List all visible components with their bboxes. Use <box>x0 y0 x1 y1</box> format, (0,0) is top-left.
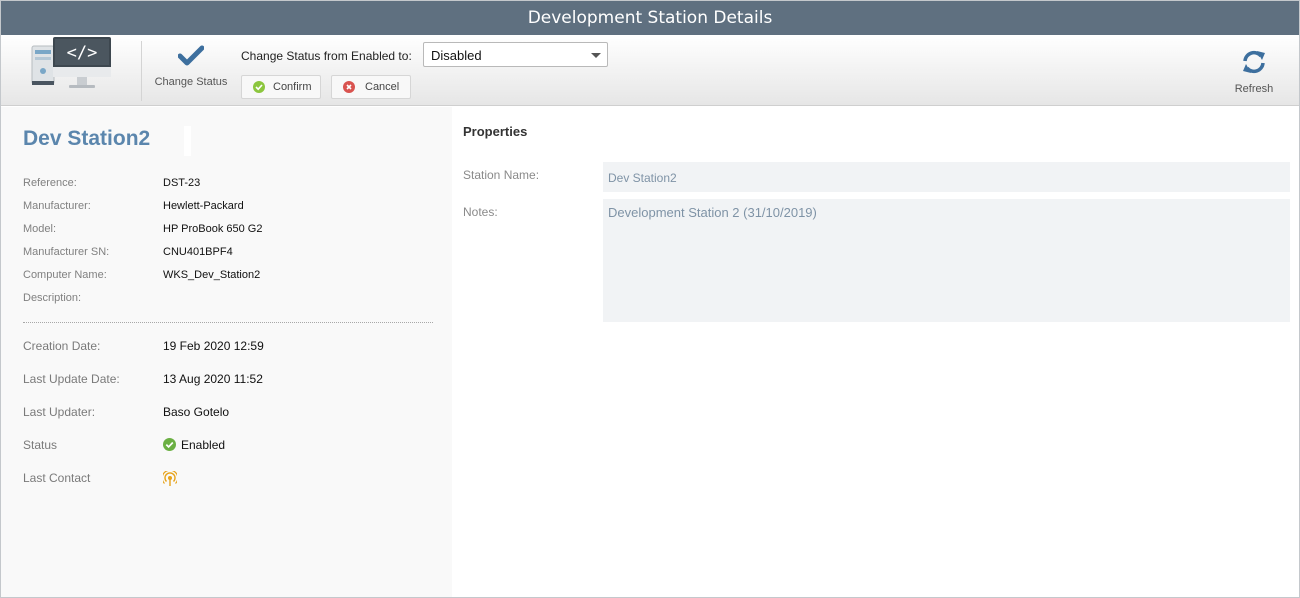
detail-row-manufacturer: Manufacturer: Hewlett-Packard <box>1 200 452 220</box>
svg-text:</>: </> <box>67 43 98 63</box>
meta-value: Baso Gotelo <box>163 405 230 419</box>
properties-panel: Properties Station Name: Dev Station2 No… <box>453 107 1299 597</box>
detail-row-computer-name: Computer Name: WKS_Dev_Station2 <box>1 269 452 289</box>
meta-value: 19 Feb 2020 12:59 <box>163 339 264 353</box>
properties-title: Properties <box>463 124 528 139</box>
detail-label: Manufacturer: <box>23 200 91 212</box>
toolbar-separator <box>141 41 142 101</box>
toolbar: </> Change Status Change Status from Ena… <box>1 35 1299 106</box>
station-summary-panel: Dev Station2 Reference: DST-23 Manufactu… <box>1 107 452 597</box>
cancel-label: Cancel <box>365 81 400 93</box>
refresh-button[interactable]: Refresh <box>1227 49 1281 99</box>
status-value: Enabled <box>163 438 225 452</box>
detail-row-reference: Reference: DST-23 <box>1 177 452 197</box>
detail-value: Hewlett-Packard <box>163 200 244 212</box>
detail-value: HP ProBook 650 G2 <box>163 223 263 235</box>
detail-label: Description: <box>23 292 82 304</box>
checkmark-icon <box>177 45 205 66</box>
meta-row-status: Status Enabled <box>1 438 452 458</box>
detail-label: Manufacturer SN: <box>23 246 110 258</box>
detail-label: Model: <box>23 223 57 235</box>
confirm-button[interactable]: Confirm <box>241 75 321 99</box>
meta-label: Status <box>23 438 58 452</box>
cancel-button[interactable]: Cancel <box>331 75 411 99</box>
station-name-heading: Dev Station2 <box>23 127 151 150</box>
detail-row-description: Description: <box>1 292 452 312</box>
meta-value: 13 Aug 2020 11:52 <box>163 372 263 386</box>
meta-label: Creation Date: <box>23 339 101 353</box>
detail-label: Reference: <box>23 177 77 189</box>
refresh-label: Refresh <box>1234 83 1274 95</box>
status-prompt: Change Status from Enabled to: <box>241 49 412 63</box>
detail-value: CNU401BPF4 <box>163 246 233 258</box>
status-select[interactable]: Disabled <box>423 42 608 67</box>
window-title: Development Station Details <box>1 1 1299 35</box>
signal-icon <box>161 469 179 486</box>
confirm-label: Confirm <box>273 81 312 93</box>
development-station-icon: </> <box>31 37 111 88</box>
station-details-window: Development Station Details </> Change S… <box>0 0 1300 598</box>
status-text: Enabled <box>181 438 226 452</box>
change-status-button[interactable]: Change Status <box>149 45 233 101</box>
meta-row-last-contact: Last Contact <box>1 469 452 491</box>
detail-value: WKS_Dev_Station2 <box>163 269 261 281</box>
change-status-label: Change Status <box>154 76 228 88</box>
meta-row-creation-date: Creation Date: 19 Feb 2020 12:59 <box>1 339 452 359</box>
station-name-field[interactable]: Dev Station2 <box>603 162 1290 192</box>
confirm-check-icon <box>253 81 265 93</box>
meta-label: Last Updater: <box>23 405 96 419</box>
heading-marker <box>184 126 191 156</box>
section-divider <box>23 322 433 323</box>
detail-row-manufacturer-sn: Manufacturer SN: CNU401BPF4 <box>1 246 452 266</box>
detail-row-model: Model: HP ProBook 650 G2 <box>1 223 452 243</box>
notes-label: Notes: <box>463 205 498 219</box>
meta-label: Last Update Date: <box>23 372 120 386</box>
chevron-down-icon <box>591 53 601 58</box>
detail-value: DST-23 <box>163 177 201 189</box>
status-select-value: Disabled <box>431 48 482 63</box>
notes-field[interactable]: Development Station 2 (31/10/2019) <box>603 199 1290 322</box>
station-name-label: Station Name: <box>463 168 540 182</box>
refresh-icon <box>1243 50 1265 74</box>
meta-row-last-updater: Last Updater: Baso Gotelo <box>1 405 452 425</box>
last-contact-value <box>161 469 179 487</box>
enabled-check-icon <box>163 438 176 451</box>
cancel-x-icon <box>343 81 355 93</box>
detail-label: Computer Name: <box>23 269 107 281</box>
meta-label: Last Contact <box>23 471 91 485</box>
meta-row-last-update-date: Last Update Date: 13 Aug 2020 11:52 <box>1 372 452 392</box>
